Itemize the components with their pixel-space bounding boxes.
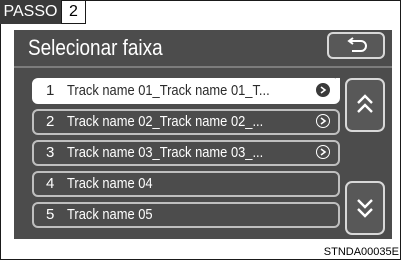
track-number: 3 bbox=[46, 144, 55, 161]
track-name: Track name 03_Track name 03_... bbox=[67, 144, 264, 161]
track-item-4[interactable]: 4 Track name 04 bbox=[32, 171, 340, 197]
track-select-screen: Selecionar faixa 1 Track name 01_Track n… bbox=[14, 30, 392, 239]
track-item-3[interactable]: 3 Track name 03_Track name 03_... bbox=[32, 140, 340, 166]
track-item-1[interactable]: 1 Track name 01_Track name 01_T... bbox=[32, 78, 340, 104]
disc-arrow-icon[interactable] bbox=[316, 145, 330, 159]
track-item-5[interactable]: 5 Track name 05 bbox=[32, 202, 340, 228]
track-number: 5 bbox=[46, 206, 55, 223]
track-number: 2 bbox=[46, 113, 55, 130]
disc-arrow-icon[interactable] bbox=[316, 114, 330, 128]
back-arrow-icon bbox=[347, 37, 367, 52]
figure-caption: STNDA00035E bbox=[323, 246, 399, 258]
track-name: Track name 02_Track name 02_... bbox=[67, 113, 264, 130]
scroll-up-button[interactable] bbox=[345, 78, 385, 132]
scroll-down-button[interactable] bbox=[345, 181, 385, 235]
disc-arrow-icon[interactable] bbox=[316, 83, 330, 97]
track-list: 1 Track name 01_Track name 01_T... 2 Tra… bbox=[32, 78, 340, 233]
track-number: 1 bbox=[46, 82, 55, 99]
scrollbar-thumb[interactable] bbox=[336, 78, 340, 93]
header-divider bbox=[14, 66, 392, 68]
back-button[interactable] bbox=[327, 32, 385, 59]
track-name: Track name 04 bbox=[67, 175, 153, 192]
track-name: Track name 05 bbox=[67, 206, 153, 223]
screen-title: Selecionar faixa bbox=[28, 35, 163, 60]
double-chevron-up-icon bbox=[357, 94, 373, 113]
step-label: PASSO bbox=[0, 0, 61, 24]
track-name: Track name 01_Track name 01_T... bbox=[67, 82, 270, 99]
step-number: 2 bbox=[61, 0, 86, 24]
track-item-2[interactable]: 2 Track name 02_Track name 02_... bbox=[32, 109, 340, 135]
track-number: 4 bbox=[46, 175, 55, 192]
double-chevron-down-icon bbox=[357, 199, 373, 218]
